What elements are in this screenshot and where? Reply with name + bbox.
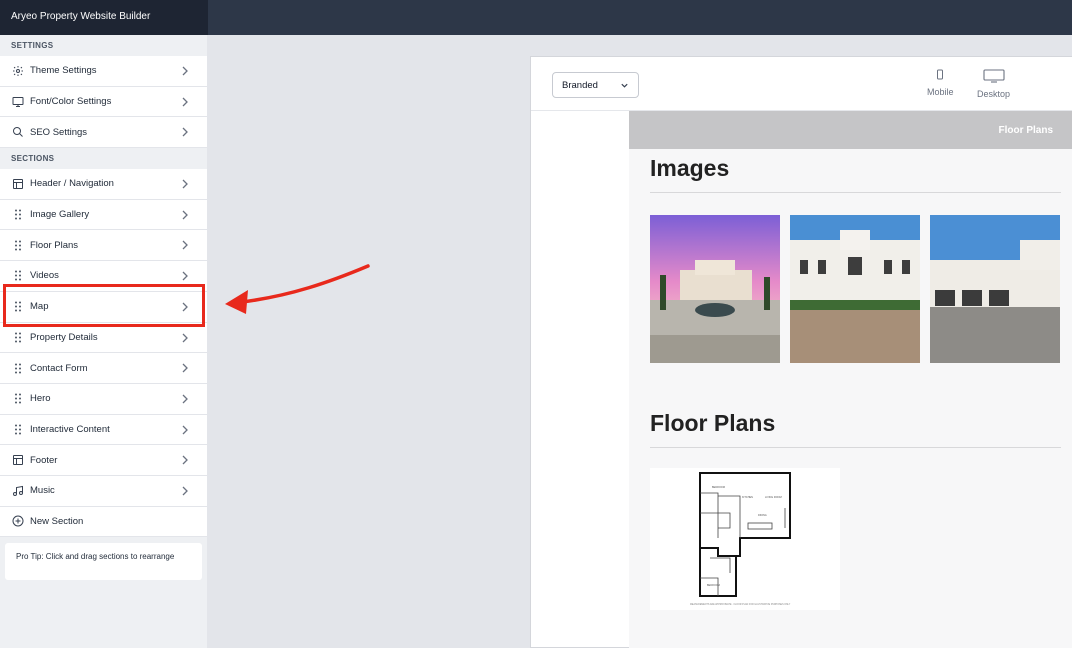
- sidebar-item-music[interactable]: Music: [0, 475, 207, 507]
- drag-handle-icon[interactable]: [11, 423, 24, 436]
- svg-text:BEDROOM: BEDROOM: [712, 486, 725, 489]
- drag-handle-icon[interactable]: [11, 208, 24, 221]
- drag-handle-icon[interactable]: [11, 269, 24, 282]
- drag-handle-icon[interactable]: [11, 392, 24, 405]
- desktop-icon: [982, 69, 1005, 83]
- nav-link-floor-plans[interactable]: Floor Plans: [999, 125, 1053, 136]
- nav-bar: Floor Plans: [629, 111, 1072, 149]
- sidebar-item-property-details[interactable]: Property Details: [0, 322, 207, 354]
- gallery-image[interactable]: [930, 215, 1060, 363]
- sidebar-item-label: Interactive Content: [30, 423, 110, 435]
- sidebar-item-image-gallery[interactable]: Image Gallery: [0, 199, 207, 231]
- chevron-right-icon: [182, 425, 188, 435]
- sidebar-item-label: New Section: [30, 515, 84, 527]
- sidebar-item-seo-settings[interactable]: SEO Settings: [0, 117, 207, 149]
- svg-text:BEDROOM: BEDROOM: [707, 584, 720, 587]
- chevron-right-icon: [182, 127, 188, 137]
- mobile-icon: [937, 69, 944, 80]
- sidebar-item-contact-form[interactable]: Contact Form: [0, 353, 207, 384]
- chevron-right-icon: [182, 486, 188, 496]
- website-preview: Floor Plans Images Floor Plans BEDROOM K…: [629, 111, 1072, 648]
- chevron-right-icon: [182, 210, 188, 220]
- sidebar: SETTINGS Theme Settings Font/Color Setti…: [0, 35, 207, 648]
- plus-circle-icon: [11, 515, 24, 528]
- highlight-box: [3, 284, 205, 327]
- desktop-label: Desktop: [977, 89, 1011, 99]
- images-heading: Images: [650, 155, 730, 181]
- sidebar-item-label: Music: [30, 485, 55, 497]
- sidebar-item-label: Image Gallery: [30, 209, 90, 221]
- drag-handle-icon[interactable]: [11, 239, 24, 252]
- sidebar-item-label: Floor Plans: [30, 239, 79, 251]
- sidebar-item-label: Theme Settings: [30, 65, 97, 77]
- gear-icon: [11, 64, 24, 77]
- sidebar-item-label: Property Details: [30, 331, 98, 343]
- sidebar-item-interactive-content[interactable]: Interactive Content: [0, 414, 207, 446]
- search-icon: [11, 126, 24, 139]
- divider: [650, 447, 1061, 448]
- chevron-right-icon: [182, 455, 188, 465]
- theme-select-value: Branded: [562, 80, 598, 91]
- chevron-right-icon: [182, 97, 188, 107]
- layout-icon: [11, 177, 24, 190]
- sections-heading: SECTIONS: [11, 154, 55, 164]
- sidebar-item-label: Videos: [30, 270, 59, 282]
- gallery-image[interactable]: [790, 215, 920, 363]
- app-title: Aryeo Property Website Builder: [0, 0, 208, 35]
- desktop-view-button[interactable]: Desktop: [977, 69, 1010, 99]
- monitor-icon: [11, 95, 24, 108]
- floor-plans-heading: Floor Plans: [650, 410, 776, 436]
- pro-tip: Pro Tip: Click and drag sections to rear…: [5, 543, 202, 581]
- sidebar-item-font-color-settings[interactable]: Font/Color Settings: [0, 86, 207, 118]
- music-icon: [11, 484, 24, 497]
- sidebar-item-label: SEO Settings: [30, 126, 88, 138]
- chevron-right-icon: [182, 66, 188, 76]
- new-section-button[interactable]: New Section: [0, 506, 207, 538]
- drag-handle-icon[interactable]: [11, 362, 24, 375]
- sidebar-item-label: Footer: [30, 454, 58, 466]
- chevron-right-icon: [182, 240, 188, 250]
- sidebar-item-label: Contact Form: [30, 362, 88, 374]
- floor-plan-image[interactable]: BEDROOM KITCHEN LIVING ROOM DINING BEDRO…: [650, 468, 840, 610]
- drag-handle-icon[interactable]: [11, 331, 24, 344]
- sidebar-item-hero[interactable]: Hero: [0, 383, 207, 415]
- mobile-label: Mobile: [927, 87, 954, 97]
- gallery-image[interactable]: [650, 215, 780, 363]
- top-bar: Aryeo Property Website Builder: [0, 0, 1072, 35]
- theme-select[interactable]: Branded: [552, 72, 639, 98]
- preview-toolbar: Branded Mobile Desktop: [531, 57, 1072, 111]
- svg-text:LIVING ROOM: LIVING ROOM: [765, 496, 782, 499]
- chevron-right-icon: [182, 363, 188, 373]
- layout-icon: [11, 454, 24, 467]
- divider: [650, 192, 1061, 193]
- svg-text:KITCHEN: KITCHEN: [742, 496, 753, 499]
- sidebar-item-footer[interactable]: Footer: [0, 445, 207, 476]
- mobile-view-button[interactable]: Mobile: [927, 69, 954, 97]
- sidebar-item-label: Header / Navigation: [30, 178, 114, 190]
- sidebar-item-header-navigation[interactable]: Header / Navigation: [0, 169, 207, 200]
- red-arrow-annotation: [225, 264, 370, 314]
- chevron-right-icon: [182, 394, 188, 404]
- svg-text:MEASUREMENTS ARE APPROXIMATE ·: MEASUREMENTS ARE APPROXIMATE · FLOOR PLA…: [690, 603, 791, 606]
- chevron-right-icon: [182, 179, 188, 189]
- sidebar-item-theme-settings[interactable]: Theme Settings: [0, 56, 207, 87]
- preview-pane: Branded Mobile Desktop Floor Plans Image…: [530, 56, 1072, 648]
- sidebar-item-label: Hero: [30, 393, 51, 405]
- chevron-right-icon: [182, 271, 188, 281]
- sidebar-item-floor-plans[interactable]: Floor Plans: [0, 230, 207, 262]
- settings-heading: SETTINGS: [11, 41, 54, 50]
- svg-text:DINING: DINING: [758, 514, 767, 517]
- chevron-right-icon: [182, 333, 188, 342]
- sidebar-item-label: Font/Color Settings: [30, 96, 112, 108]
- chevron-down-icon: [621, 83, 628, 88]
